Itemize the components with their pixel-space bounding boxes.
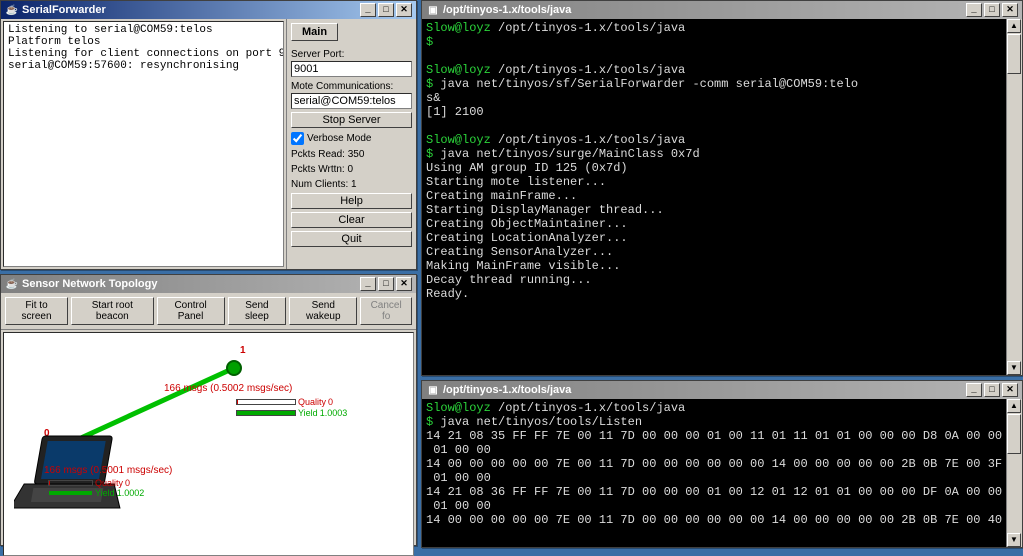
terminal-2-output[interactable]: Slow@loyz /opt/tinyos-1.x/tools/java $ j… xyxy=(422,399,1022,547)
send-wakeup-button[interactable]: Send wakeup xyxy=(289,297,357,325)
topology-canvas[interactable]: 1 166 msgs (0.5002 msgs/sec) Quality 0 Y… xyxy=(3,332,414,556)
node0-yield-label: Yield xyxy=(95,488,115,498)
sf-log: Listening to serial@COM59:telos Platform… xyxy=(3,21,284,267)
serialforwarder-titlebar[interactable]: ☕ SerialForwarder _ □ ✕ xyxy=(1,1,416,19)
yield-label: Yield xyxy=(298,408,318,418)
server-port-input[interactable] xyxy=(291,61,412,77)
close-button[interactable]: ✕ xyxy=(396,277,412,291)
serialforwarder-window: ☕ SerialForwarder _ □ ✕ Listening to ser… xyxy=(0,0,417,270)
java-icon: ☕ xyxy=(5,3,19,17)
close-button[interactable]: ✕ xyxy=(1002,3,1018,17)
quality-bar xyxy=(236,399,296,405)
yield-value: 1.0003 xyxy=(320,408,348,418)
mote-comm-label: Mote Communications: xyxy=(291,81,412,92)
terminal-1-title: /opt/tinyos-1.x/tools/java xyxy=(443,4,571,16)
minimize-button[interactable]: _ xyxy=(966,383,982,397)
tab-main[interactable]: Main xyxy=(291,23,338,41)
topology-titlebar[interactable]: ☕ Sensor Network Topology _ □ ✕ xyxy=(1,275,416,293)
help-button[interactable]: Help xyxy=(291,193,412,209)
terminal-2-scrollbar[interactable]: ▲ ▼ xyxy=(1006,399,1022,547)
terminal-1-scrollbar[interactable]: ▲ ▼ xyxy=(1006,19,1022,375)
scroll-up-icon[interactable]: ▲ xyxy=(1007,19,1021,33)
cancel-button: Cancel fo xyxy=(360,297,412,325)
quit-button[interactable]: Quit xyxy=(291,231,412,247)
start-root-beacon-button[interactable]: Start root beacon xyxy=(71,297,153,325)
topology-toolbar: Fit to screen Start root beacon Control … xyxy=(1,293,416,330)
yield-bar xyxy=(236,410,296,416)
scroll-thumb[interactable] xyxy=(1007,414,1021,454)
control-panel-button[interactable]: Control Panel xyxy=(157,297,225,325)
maximize-button[interactable]: □ xyxy=(378,277,394,291)
server-port-label: Server Port: xyxy=(291,49,412,60)
minimize-button[interactable]: _ xyxy=(360,277,376,291)
node0-quality-value: 0 xyxy=(125,478,130,488)
pkts-read: Pckts Read: 350 xyxy=(291,149,412,160)
verbose-label: Verbose Mode xyxy=(307,133,372,144)
terminal-2-titlebar[interactable]: ▣ /opt/tinyos-1.x/tools/java _ □ ✕ xyxy=(422,381,1022,399)
mote-comm-input[interactable] xyxy=(291,93,412,109)
node-1-label: 1 xyxy=(240,345,246,356)
topology-window: ☕ Sensor Network Topology _ □ ✕ Fit to s… xyxy=(0,274,417,546)
link-msgs: 166 msgs (0.5002 msgs/sec) xyxy=(164,383,292,394)
maximize-button[interactable]: □ xyxy=(378,3,394,17)
num-clients: Num Clients: 1 xyxy=(291,179,412,190)
verbose-checkbox[interactable] xyxy=(291,132,304,145)
quality-value: 0 xyxy=(328,397,333,407)
sf-side-panel: Main Server Port: Mote Communications: S… xyxy=(286,19,416,269)
clear-button[interactable]: Clear xyxy=(291,212,412,228)
close-button[interactable]: ✕ xyxy=(396,3,412,17)
terminal-2-window: ▣ /opt/tinyos-1.x/tools/java _ □ ✕ Slow@… xyxy=(421,380,1023,548)
stop-server-button[interactable]: Stop Server xyxy=(291,112,412,128)
terminal-icon: ▣ xyxy=(426,3,440,17)
minimize-button[interactable]: _ xyxy=(966,3,982,17)
fit-screen-button[interactable]: Fit to screen xyxy=(5,297,68,325)
scroll-down-icon[interactable]: ▼ xyxy=(1007,533,1021,547)
node0-msgs: 166 msgs (0.5001 msgs/sec) xyxy=(44,465,172,476)
topology-title: Sensor Network Topology xyxy=(22,278,157,290)
terminal-1-window: ▣ /opt/tinyos-1.x/tools/java _ □ ✕ Slow@… xyxy=(421,0,1023,376)
node0-quality-label: Quality xyxy=(95,478,123,488)
minimize-button[interactable]: _ xyxy=(360,3,376,17)
node0-yield-bar xyxy=(48,490,93,496)
pkts-wrttn: Pckts Wrttn: 0 xyxy=(291,164,412,175)
scroll-down-icon[interactable]: ▼ xyxy=(1007,361,1021,375)
maximize-button[interactable]: □ xyxy=(984,383,1000,397)
terminal-icon: ▣ xyxy=(426,383,440,397)
scroll-up-icon[interactable]: ▲ xyxy=(1007,399,1021,413)
send-sleep-button[interactable]: Send sleep xyxy=(228,297,287,325)
terminal-1-titlebar[interactable]: ▣ /opt/tinyos-1.x/tools/java _ □ ✕ xyxy=(422,1,1022,19)
terminal-2-title: /opt/tinyos-1.x/tools/java xyxy=(443,384,571,396)
node0-quality-bar xyxy=(48,480,93,486)
scroll-thumb[interactable] xyxy=(1007,34,1021,74)
terminal-1-output[interactable]: Slow@loyz /opt/tinyos-1.x/tools/java $ S… xyxy=(422,19,1022,375)
sf-title: SerialForwarder xyxy=(22,4,106,16)
quality-label: Quality xyxy=(298,397,326,407)
java-icon: ☕ xyxy=(5,277,19,291)
node0-yield-value: 1.0002 xyxy=(117,488,145,498)
maximize-button[interactable]: □ xyxy=(984,3,1000,17)
close-button[interactable]: ✕ xyxy=(1002,383,1018,397)
